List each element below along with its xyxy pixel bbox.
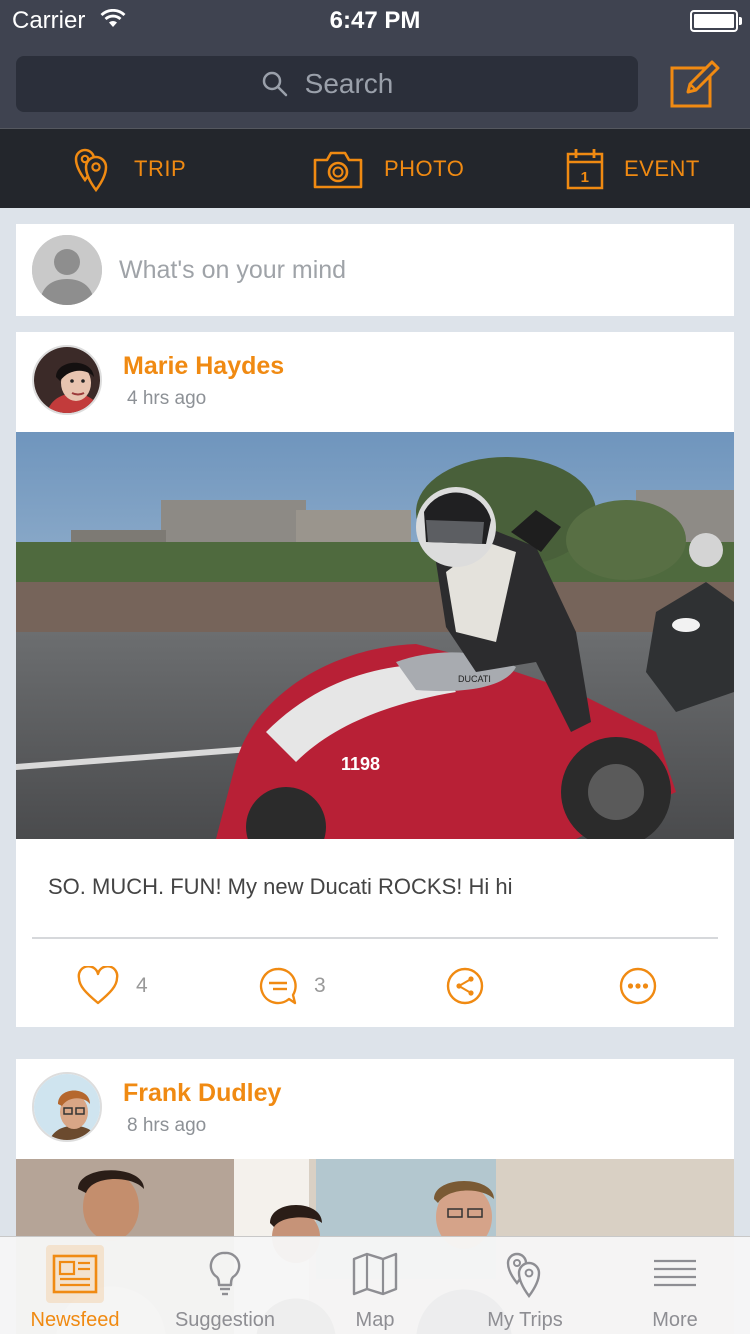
event-label: EVENT bbox=[624, 156, 700, 181]
tab-bar: Newsfeed Suggestion Map My Trips More bbox=[0, 1236, 750, 1334]
tab-map[interactable]: Map bbox=[300, 1237, 450, 1334]
tab-label: My Trips bbox=[487, 1309, 563, 1331]
author-name[interactable]: Marie Haydes bbox=[123, 352, 284, 381]
post-timestamp: 8 hrs ago bbox=[127, 1115, 207, 1136]
more-options-button[interactable] bbox=[619, 966, 673, 1006]
user-avatar bbox=[32, 235, 102, 305]
search-input[interactable]: Search bbox=[16, 56, 638, 112]
photo-label: PHOTO bbox=[384, 156, 465, 181]
bike-badge: 1198 bbox=[341, 754, 380, 774]
composer-placeholder: What's on your mind bbox=[119, 256, 347, 284]
default-person-icon bbox=[32, 235, 102, 305]
compose-icon[interactable] bbox=[668, 58, 720, 110]
tab-label: Newsfeed bbox=[30, 1309, 120, 1331]
action-bar: TRIP PHOTO 1 EVENT bbox=[0, 128, 750, 208]
calendar-day: 1 bbox=[581, 169, 590, 186]
comment-button[interactable]: 3 bbox=[258, 966, 326, 1006]
trip-button[interactable]: TRIP bbox=[72, 129, 186, 209]
lightbulb-icon bbox=[209, 1251, 241, 1296]
post-divider bbox=[32, 937, 718, 939]
tab-more[interactable]: More bbox=[600, 1237, 750, 1334]
search-icon bbox=[262, 71, 287, 97]
calendar-icon: 1 bbox=[566, 149, 604, 190]
heart-icon bbox=[77, 966, 119, 1005]
location-pins-icon bbox=[74, 148, 108, 192]
share-button[interactable] bbox=[446, 966, 500, 1006]
event-button[interactable]: 1 EVENT bbox=[566, 129, 700, 209]
hamburger-menu-icon bbox=[654, 1259, 696, 1287]
status-time: 6:47 PM bbox=[329, 7, 421, 34]
tab-label: Map bbox=[355, 1309, 395, 1331]
tab-newsfeed[interactable]: Newsfeed bbox=[0, 1237, 150, 1334]
post-timestamp: 4 hrs ago bbox=[127, 388, 207, 409]
author-name[interactable]: Frank Dudley bbox=[123, 1079, 281, 1108]
status-bar: Carrier 6:47 PM bbox=[0, 0, 750, 40]
photo-button[interactable]: PHOTO bbox=[312, 129, 464, 209]
search-placeholder: Search bbox=[304, 68, 394, 99]
post-card: Marie Haydes 4 hrs ago 1198 DUCATI SO. M… bbox=[16, 332, 734, 1027]
share-icon bbox=[446, 967, 484, 1005]
post-photo[interactable]: 1198 DUCATI bbox=[16, 432, 734, 839]
tab-label: Suggestion bbox=[174, 1309, 276, 1331]
nav-bar: Search bbox=[0, 40, 750, 128]
author-avatar[interactable] bbox=[32, 345, 102, 415]
like-count: 4 bbox=[136, 974, 148, 997]
tab-suggestion[interactable]: Suggestion bbox=[150, 1237, 300, 1334]
tab-my-trips[interactable]: My Trips bbox=[450, 1237, 600, 1334]
battery-icon bbox=[690, 10, 742, 32]
trip-label: TRIP bbox=[134, 156, 187, 181]
comment-icon bbox=[259, 967, 297, 1005]
tab-label: More bbox=[652, 1309, 698, 1331]
tank-logo: DUCATI bbox=[458, 674, 491, 684]
newspaper-icon bbox=[52, 1254, 98, 1294]
more-dots-icon bbox=[619, 967, 657, 1005]
comment-count: 3 bbox=[314, 974, 326, 997]
camera-icon bbox=[313, 151, 363, 189]
location-pins-icon bbox=[506, 1252, 541, 1299]
map-icon bbox=[352, 1252, 398, 1296]
author-avatar[interactable] bbox=[32, 1072, 102, 1142]
post-text: SO. MUCH. FUN! My new Ducati ROCKS! Hi h… bbox=[48, 874, 513, 899]
status-composer[interactable]: What's on your mind bbox=[16, 224, 734, 316]
like-button[interactable]: 4 bbox=[76, 966, 148, 1006]
